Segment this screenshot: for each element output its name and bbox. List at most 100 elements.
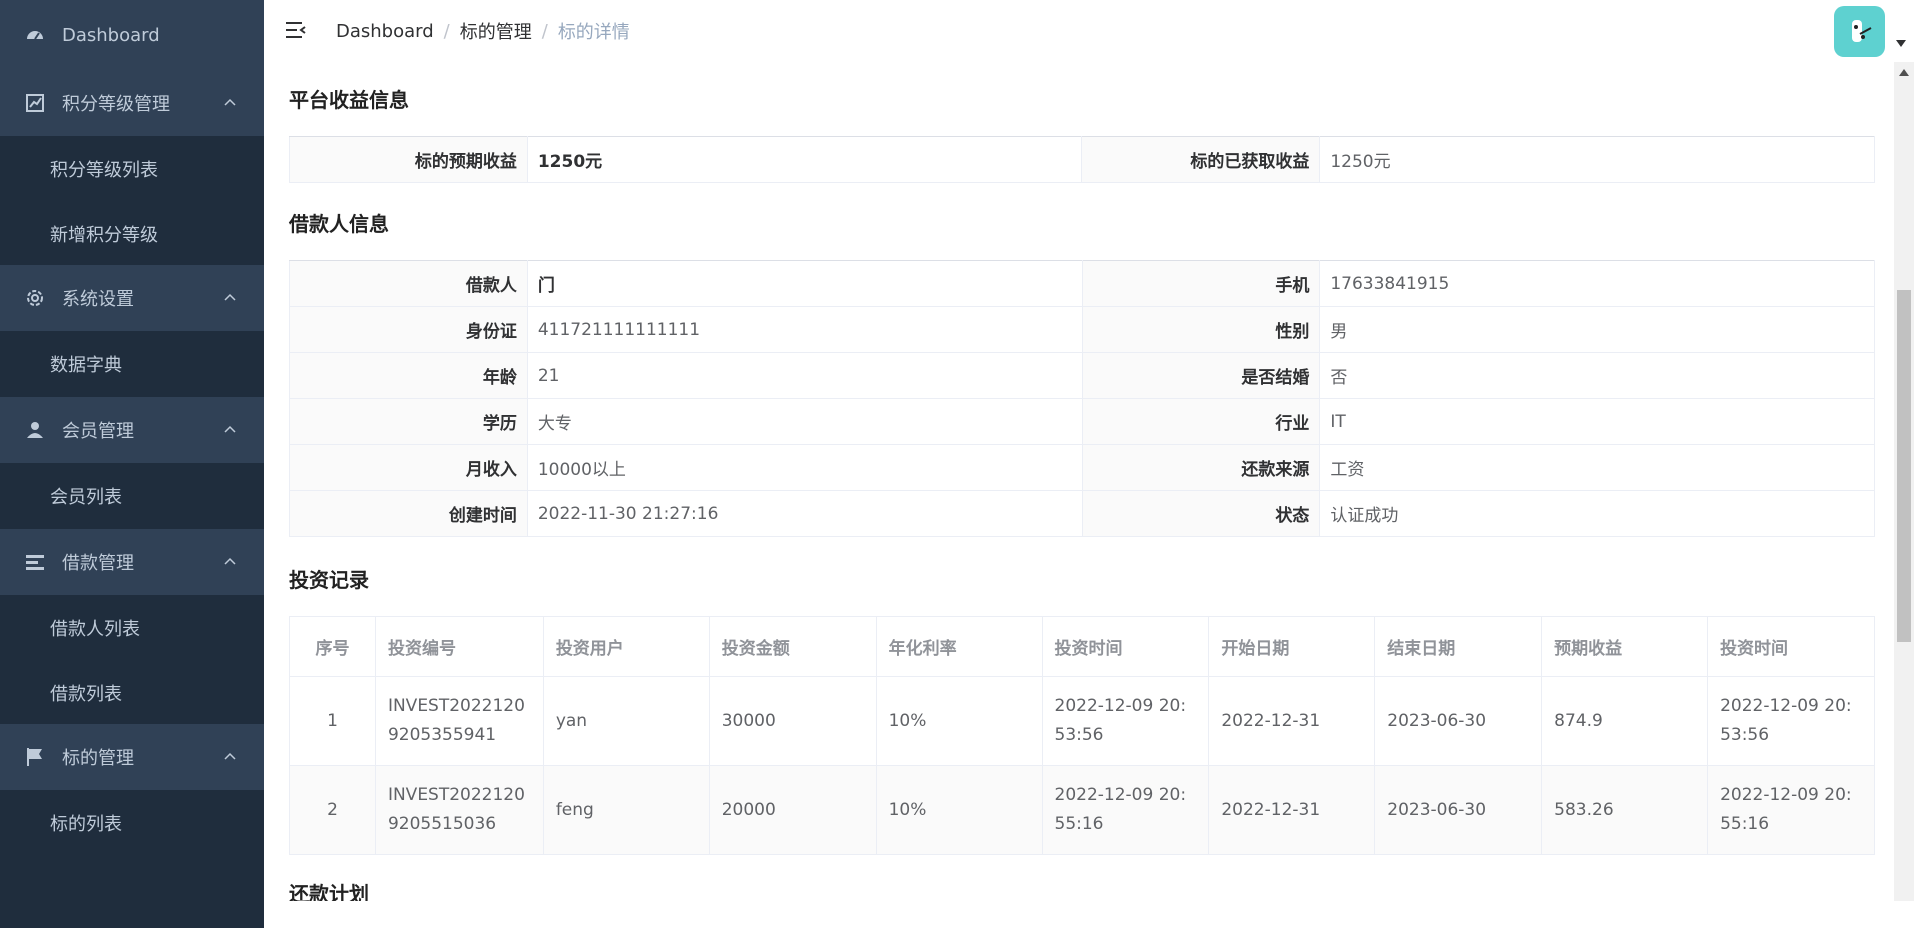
table-cell: INVEST20221209205515036 — [375, 766, 543, 855]
sidebar-subitem-label: 数据字典 — [50, 351, 122, 377]
breadcrumb-item-current: 标的详情 — [558, 18, 630, 44]
profit-obtained-label: 标的已获取收益 — [1082, 137, 1320, 183]
field-label: 手机 — [1082, 261, 1320, 307]
sidebar-subitem-data-dictionary[interactable]: 数据字典 — [0, 331, 264, 397]
chevron-up-icon — [222, 554, 238, 570]
sidebar-item-points-level[interactable]: 积分等级管理 — [0, 70, 264, 136]
sidebar-subitem-label: 新增积分等级 — [50, 221, 158, 247]
sidebar-subitem-label: 借款人列表 — [50, 615, 140, 641]
table-row: 月收入 10000以上 还款来源 工资 — [290, 445, 1875, 491]
table-cell: feng — [543, 766, 709, 855]
sidebar-subitem-member-list[interactable]: 会员列表 — [0, 463, 264, 529]
user-icon — [24, 419, 46, 441]
table-cell: 10% — [876, 766, 1042, 855]
gear-icon — [24, 287, 46, 309]
breadcrumb: Dashboard / 标的管理 / 标的详情 — [336, 18, 630, 44]
table-cell: 1 — [290, 677, 376, 766]
chevron-up-icon — [222, 95, 238, 111]
sidebar-item-label: 标的管理 — [62, 744, 134, 770]
list-icon — [24, 551, 46, 573]
sidebar-subitem-borrower-list[interactable]: 借款人列表 — [0, 595, 264, 661]
table-row: 身份证 411721111111111 性别 男 — [290, 307, 1875, 353]
column-header[interactable]: 预期收益 — [1542, 617, 1708, 677]
field-value: 工资 — [1320, 445, 1875, 491]
chevron-up-icon — [222, 290, 238, 306]
field-value: 10000以上 — [527, 445, 1082, 491]
field-label: 月收入 — [290, 445, 528, 491]
column-header[interactable]: 投资编号 — [375, 617, 543, 677]
field-label: 是否结婚 — [1082, 353, 1320, 399]
field-value: 门 — [527, 261, 1082, 307]
table-row: 学历 大专 行业 IT — [290, 399, 1875, 445]
navbar: Dashboard / 标的管理 / 标的详情 — [264, 0, 1914, 62]
sidebar-subitem-target-list[interactable]: 标的列表 — [0, 790, 264, 856]
section-title-invest: 投资记录 — [289, 564, 369, 593]
table-row: 创建时间 2022-11-30 21:27:16 状态 认证成功 — [290, 491, 1875, 537]
sidebar-item-member-management[interactable]: 会员管理 — [0, 397, 264, 463]
flag-icon — [24, 746, 46, 768]
sidebar-subitem-points-level-list[interactable]: 积分等级列表 — [0, 136, 264, 202]
column-header[interactable]: 投资时间 — [1708, 617, 1875, 677]
chevron-up-icon — [222, 422, 238, 438]
breadcrumb-item-target-management[interactable]: 标的管理 — [460, 18, 532, 44]
field-label: 状态 — [1082, 491, 1320, 537]
field-value: 17633841915 — [1320, 261, 1875, 307]
field-value: 21 — [527, 353, 1082, 399]
table-row: 标的预期收益 1250元 标的已获取收益 1250元 — [290, 137, 1875, 183]
section-title-profit: 平台收益信息 — [289, 84, 409, 113]
hamburger-icon[interactable] — [284, 18, 308, 42]
table-cell: 2022-12-09 20:55:16 — [1042, 766, 1209, 855]
sidebar-item-target-management[interactable]: 标的管理 — [0, 724, 264, 790]
breadcrumb-separator: / — [542, 21, 548, 42]
sidebar-item-label: 借款管理 — [62, 549, 134, 575]
sidebar-item-label: 系统设置 — [62, 285, 134, 311]
sidebar-item-loan-management[interactable]: 借款管理 — [0, 529, 264, 595]
avatar-image-icon — [1845, 17, 1875, 47]
column-header[interactable]: 结束日期 — [1375, 617, 1542, 677]
sidebar-subitem-label: 借款列表 — [50, 680, 122, 706]
sidebar-item-label: Dashboard — [62, 25, 160, 46]
caret-down-icon[interactable] — [1896, 40, 1906, 48]
table-cell: 2023-06-30 — [1375, 766, 1542, 855]
sidebar-subitem-loan-list[interactable]: 借款列表 — [0, 661, 264, 724]
borrower-table: 借款人 门 手机 17633841915 身份证 411721111111111… — [289, 260, 1875, 537]
column-header[interactable]: 投资金额 — [709, 617, 876, 677]
table-cell: 30000 — [709, 677, 876, 766]
field-label: 还款来源 — [1082, 445, 1320, 491]
field-value: IT — [1320, 399, 1875, 445]
table-cell: 2022-12-09 20:53:56 — [1708, 677, 1875, 766]
profit-expected-label: 标的预期收益 — [290, 137, 528, 183]
sidebar-subitem-add-points-level[interactable]: 新增积分等级 — [0, 202, 264, 265]
field-value: 大专 — [527, 399, 1082, 445]
column-header[interactable]: 开始日期 — [1209, 617, 1375, 677]
table-cell: 10% — [876, 677, 1042, 766]
sidebar-item-label: 会员管理 — [62, 417, 134, 443]
table-header-row: 序号 投资编号 投资用户 投资金额 年化利率 投资时间 开始日期 结束日期 预期… — [290, 617, 1875, 677]
profit-obtained-value: 1250元 — [1320, 137, 1875, 183]
breadcrumb-item-dashboard[interactable]: Dashboard — [336, 21, 434, 42]
table-row[interactable]: 1 INVEST20221209205355941 yan 30000 10% … — [290, 677, 1875, 766]
main-content: 平台收益信息 标的预期收益 1250元 标的已获取收益 1250元 借款人信息 … — [264, 62, 1894, 901]
chart-icon — [24, 92, 46, 114]
column-header[interactable]: 年化利率 — [876, 617, 1042, 677]
field-label: 性别 — [1082, 307, 1320, 353]
field-label: 行业 — [1082, 399, 1320, 445]
sidebar-item-system-settings[interactable]: 系统设置 — [0, 265, 264, 331]
column-header[interactable]: 投资用户 — [543, 617, 709, 677]
column-header[interactable]: 投资时间 — [1042, 617, 1209, 677]
sidebar-filler — [0, 856, 264, 928]
field-label: 借款人 — [290, 261, 528, 307]
field-label: 创建时间 — [290, 491, 528, 537]
column-header[interactable]: 序号 — [290, 617, 376, 677]
sidebar-subitem-label: 积分等级列表 — [50, 156, 158, 182]
avatar[interactable] — [1834, 6, 1885, 57]
scrollbar-thumb[interactable] — [1897, 290, 1911, 642]
field-value: 2022-11-30 21:27:16 — [527, 491, 1082, 537]
scroll-up-arrow-icon[interactable] — [1899, 68, 1909, 76]
table-row[interactable]: 2 INVEST20221209205515036 feng 20000 10%… — [290, 766, 1875, 855]
sidebar-item-dashboard[interactable]: Dashboard — [0, 0, 264, 70]
field-label: 年龄 — [290, 353, 528, 399]
profit-expected-value: 1250元 — [527, 137, 1082, 183]
sidebar-item-label: 积分等级管理 — [62, 90, 170, 116]
dashboard-icon — [24, 24, 46, 46]
